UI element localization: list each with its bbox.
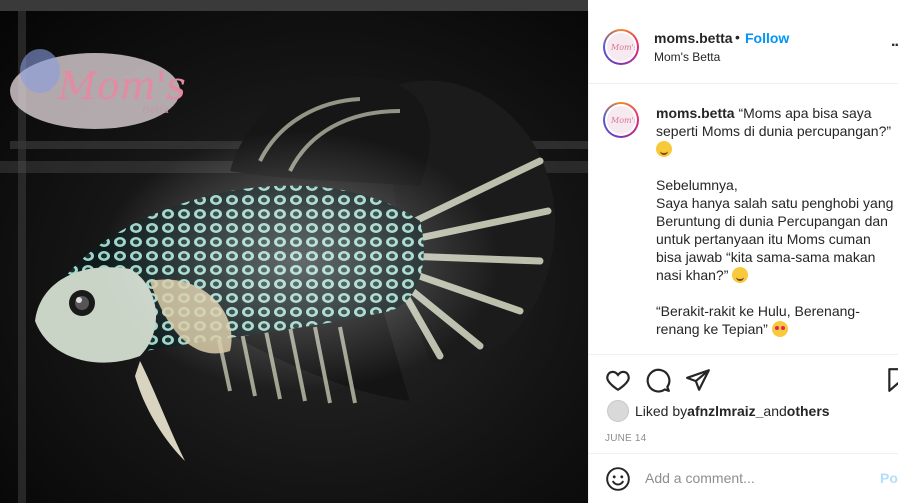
post-photo[interactable]: Mom's Betta [0, 11, 588, 503]
caption-paragraph-3: “Berakit-rakit ke Hulu, Berenang-renang … [656, 303, 860, 337]
liker-avatar[interactable] [607, 400, 629, 422]
post-date[interactable]: JUNE 14 [605, 433, 646, 444]
likes-middle: and [763, 403, 787, 419]
post-header: Mom's moms.betta • Follow Mom's Betta ..… [589, 11, 898, 84]
wink-emoji-icon [732, 267, 749, 283]
heart-icon[interactable] [605, 367, 631, 393]
likes-summary: Liked by afnzlmraiz_ and others [607, 400, 830, 422]
caption-text: moms.betta “Moms apa bisa saya seperti M… [656, 104, 894, 338]
watermark-text: Mom's [57, 64, 186, 108]
likes-prefix: Liked by [635, 403, 688, 419]
separator-dot: • [735, 29, 740, 45]
thinking-emoji-icon [656, 141, 672, 157]
betta-fish-image: Mom's Betta [0, 11, 588, 503]
header-subtitle: Mom's Betta [654, 50, 721, 64]
comment-input[interactable] [645, 468, 865, 488]
caption-area: Mom's moms.betta “Moms apa bisa saya sep… [589, 84, 898, 354]
post-side-panel: Mom's moms.betta • Follow Mom's Betta ..… [588, 11, 898, 503]
smiley-icon[interactable] [605, 466, 631, 492]
liker-username[interactable]: afnzlmraiz_ [687, 403, 763, 419]
likes-others-link[interactable]: others [787, 403, 830, 419]
bookmark-icon[interactable] [885, 367, 898, 393]
caption-avatar[interactable]: Mom's [603, 102, 639, 138]
paper-plane-icon[interactable] [685, 367, 711, 393]
header-username[interactable]: moms.betta [654, 30, 733, 46]
avatar[interactable]: Mom's [603, 29, 639, 65]
post-actions: Liked by afnzlmraiz_ and others JUNE 14 [589, 354, 898, 465]
caption-paragraph-2: Sebelumnya, Saya hanya salah satu pengho… [656, 177, 894, 283]
comment-bar: Post [589, 453, 898, 504]
post-comment-button[interactable]: Post [880, 470, 898, 486]
watermark-sub: Betta [141, 105, 169, 116]
more-options-icon[interactable]: ... [891, 33, 898, 51]
follow-button[interactable]: Follow [745, 30, 789, 46]
caption-username[interactable]: moms.betta [656, 105, 735, 121]
top-strip [0, 0, 898, 11]
heart-eyes-emoji-icon [771, 321, 788, 337]
comment-bubble-icon[interactable] [645, 367, 671, 393]
watermark-logo: Mom's Betta [10, 49, 186, 129]
